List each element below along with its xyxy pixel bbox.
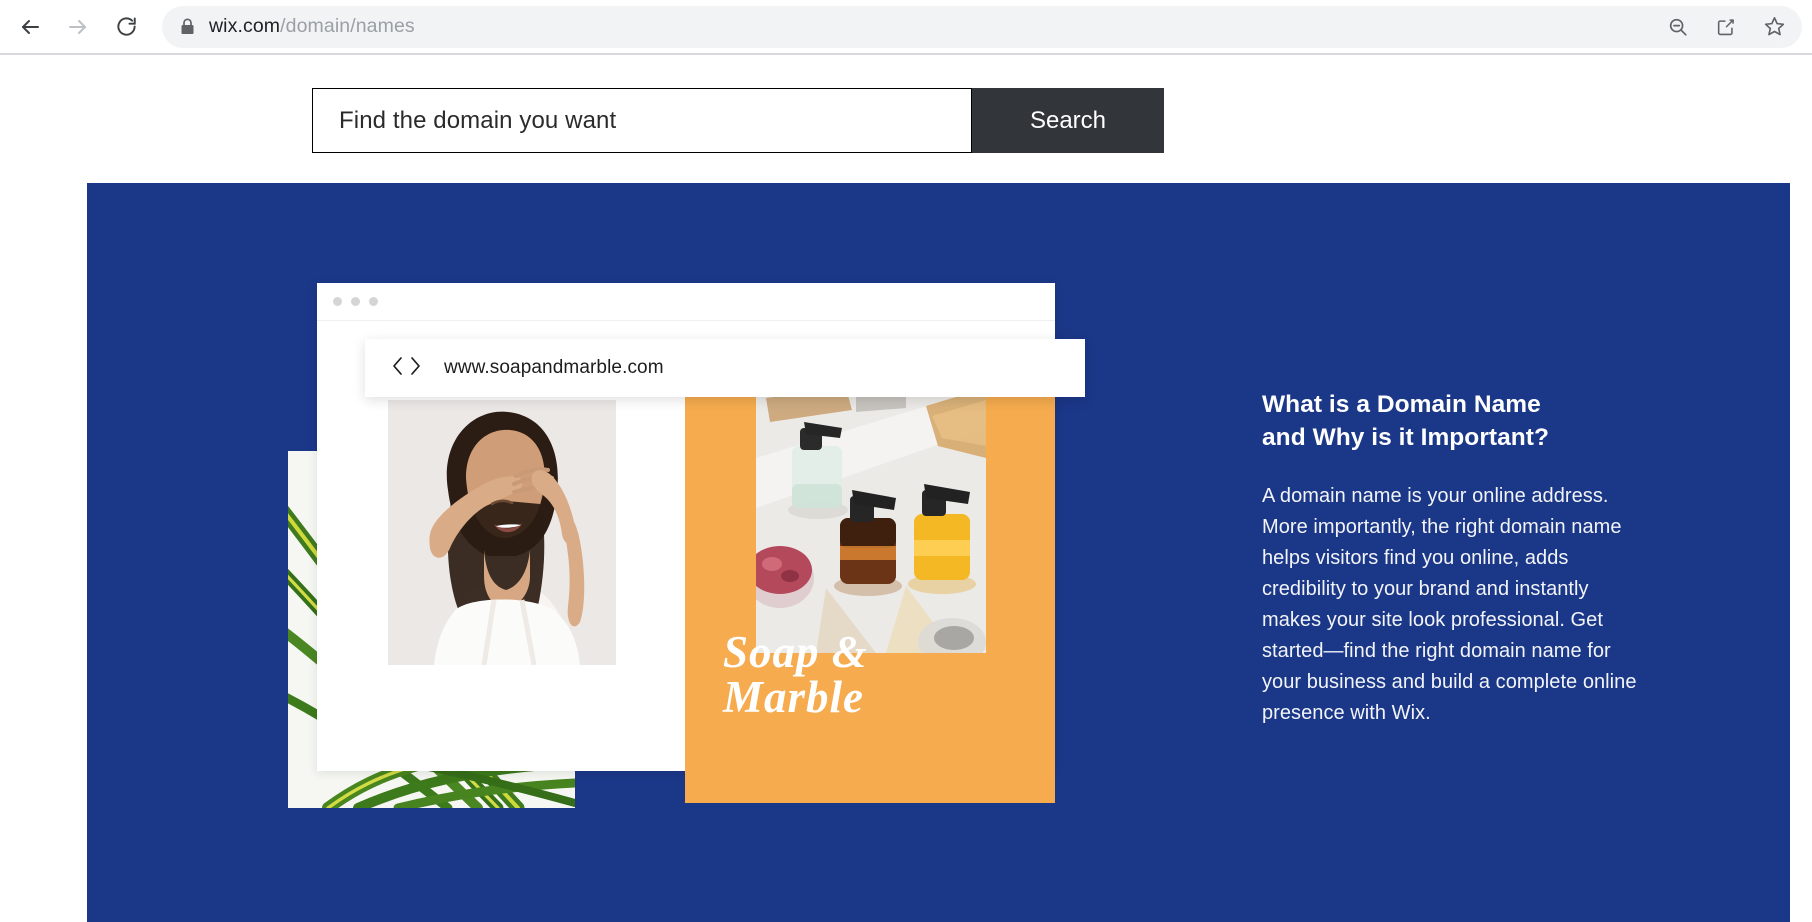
brand-wordmark: Soap & Marble (723, 627, 868, 722)
arrow-right-icon (66, 15, 90, 39)
hero-panel: Soap & Marble www.soapandmarble.com What… (87, 183, 1790, 922)
browser-nav-buttons (0, 5, 148, 49)
window-dot-icon (351, 297, 360, 306)
soap-dispenser-bottles-photo (756, 388, 986, 653)
chevron-left-icon[interactable] (391, 355, 405, 382)
chevron-right-icon[interactable] (408, 355, 422, 382)
domain-search-placeholder: Find the domain you want (339, 106, 617, 134)
search-button[interactable]: Search (972, 88, 1164, 153)
address-bar[interactable]: wix.com/domain/names (162, 5, 1802, 48)
mock-browser-card: Soap & Marble www.soapandmarble.com (317, 283, 1085, 803)
zoom-out-icon[interactable] (1667, 16, 1689, 38)
arrow-left-icon (18, 15, 42, 39)
hero-body-text: A domain name is your online address. Mo… (1262, 484, 1637, 724)
share-icon[interactable] (1715, 16, 1737, 38)
url-path: /domain/names (280, 15, 415, 37)
omnibox-actions (1667, 6, 1786, 48)
reload-button[interactable] (104, 5, 148, 49)
domain-search-row: Find the domain you want Search (312, 88, 1164, 153)
page-content: Find the domain you want Search Soap & M… (0, 55, 1812, 922)
url-text: wix.com/domain/names (209, 15, 415, 38)
browser-toolbar: wix.com/domain/names (0, 0, 1812, 55)
brand-orange-panel: Soap & Marble (685, 358, 1055, 803)
mock-url-bar[interactable]: www.soapandmarble.com (365, 339, 1085, 397)
site-illustration: Soap & Marble www.soapandmarble.com (288, 283, 1085, 922)
woman-skincare-photo (388, 400, 616, 665)
reload-icon (115, 15, 138, 38)
domain-search-input[interactable]: Find the domain you want (312, 88, 972, 153)
forward-button[interactable] (56, 5, 100, 49)
mock-browser-titlebar (317, 283, 1055, 321)
back-button[interactable] (8, 5, 52, 49)
mock-url-text: www.soapandmarble.com (444, 357, 664, 378)
url-host: wix.com (209, 15, 281, 37)
lock-icon (180, 18, 195, 35)
hero-copy-column: What is a Domain Name and Why is it Impo… (1262, 389, 1647, 729)
hero-title: What is a Domain Name and Why is it Impo… (1262, 391, 1550, 451)
star-outline-icon[interactable] (1763, 15, 1786, 38)
mock-nav-chevrons (391, 355, 422, 382)
window-dot-icon (333, 297, 342, 306)
window-dot-icon (369, 297, 378, 306)
